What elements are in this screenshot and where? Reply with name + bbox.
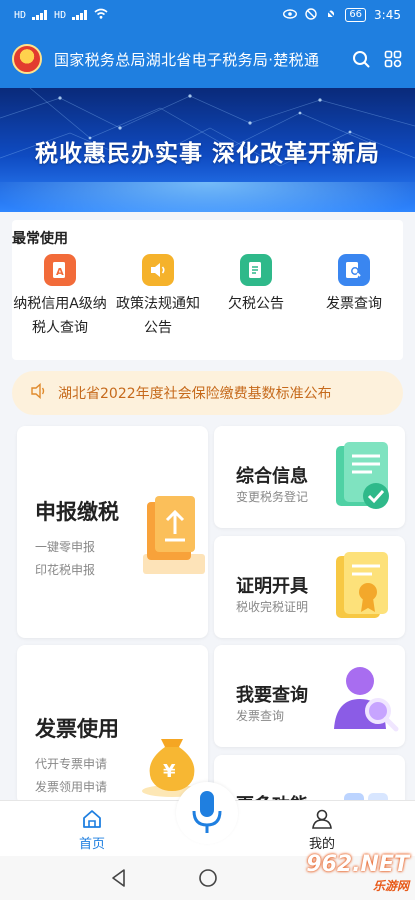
watermark: 962.NET 乐游网 <box>306 852 409 894</box>
shortcut-invoice-query[interactable]: 发票查询 <box>306 254 402 316</box>
card-certificate[interactable]: 证明开具 税收完税证明 <box>214 536 405 638</box>
tax-emblem-icon <box>12 44 42 74</box>
microphone-icon <box>192 791 222 833</box>
card-declare-tax[interactable]: 申报缴税 一键零申报 印花税申报 <box>17 426 208 638</box>
mute-icon <box>305 7 318 23</box>
apps-grid-icon[interactable] <box>383 49 403 69</box>
card-title: 我要查询 <box>236 685 308 706</box>
card-title: 发票使用 <box>35 717 119 741</box>
upload-doc-icon <box>143 496 205 574</box>
speaker-icon <box>30 382 48 403</box>
signal-icon <box>32 10 48 20</box>
card-title: 证明开具 <box>236 576 308 597</box>
shortcut-label: 欠税公告 <box>228 296 284 312</box>
wifi-icon <box>94 8 108 22</box>
credit-doc-icon: A <box>44 254 76 286</box>
section-title: 最常使用 <box>12 231 68 247</box>
card-sub: 发票领用申请 <box>35 780 108 794</box>
card-sub: 发票查询 <box>236 709 285 723</box>
card-sub: 印花税申报 <box>35 563 96 577</box>
shortcut-label: 政策法规通知公告 <box>116 296 200 336</box>
status-time: 3:45 <box>374 8 401 22</box>
card-invoice-use[interactable]: 发票使用 代开专票申请 发票领用申请 ¥ <box>17 645 208 805</box>
battery-indicator: 66 <box>345 8 367 22</box>
shortcut-credit-query[interactable]: A 纳税信用A级纳税人查询 <box>12 254 108 340</box>
svg-text:¥: ¥ <box>163 761 176 782</box>
signal-icon <box>72 10 88 20</box>
nav-label: 我的 <box>308 837 335 852</box>
frequent-section: 最常使用 A 纳税信用A级纳税人查询 政策法规通知公告 欠税公告 发票查询 <box>12 220 403 360</box>
hd-tag: HD <box>14 9 27 21</box>
shortcut-policy-notice[interactable]: 政策法规通知公告 <box>110 254 206 340</box>
document-check-icon <box>336 442 389 509</box>
page-title: 国家税务总局湖北省电子税务局·楚税通 <box>54 50 320 69</box>
title-bar: 国家税务总局湖北省电子税务局·楚税通 <box>0 30 415 88</box>
shortcut-tax-arrears[interactable]: 欠税公告 <box>208 254 304 316</box>
svg-text:A: A <box>56 267 64 278</box>
notice-text: 湖北省2022年度社会保险缴费基数标准公布 <box>58 386 332 402</box>
voice-button[interactable] <box>176 782 238 844</box>
home-icon <box>83 810 101 828</box>
shortcut-label: 发票查询 <box>326 296 382 312</box>
back-icon[interactable] <box>110 868 128 888</box>
app-header: HD HD 66 3:45 国家税务总局湖北省电子税务局·楚税通 <box>0 0 415 88</box>
announcement-icon <box>240 254 272 286</box>
banner-slogan: 税收惠民办实事 深化改革开新局 <box>34 141 380 167</box>
status-bar: HD HD 66 3:45 <box>0 0 415 30</box>
notice-bar[interactable]: 湖北省2022年度社会保险缴费基数标准公布 <box>12 371 403 415</box>
invoice-search-icon <box>338 254 370 286</box>
watermark-sub: 乐游网 <box>372 879 409 893</box>
card-general-info[interactable]: 综合信息 变更税务登记 <box>214 426 405 528</box>
card-sub: 变更税务登记 <box>236 490 309 504</box>
card-query[interactable]: 我要查询 发票查询 <box>214 645 405 747</box>
bell-off-icon <box>325 7 337 23</box>
user-icon <box>312 809 332 829</box>
nav-home[interactable]: 首页 <box>62 809 122 852</box>
eye-icon <box>283 8 298 22</box>
speaker-icon <box>142 254 174 286</box>
card-sub: 税收完税证明 <box>236 600 309 614</box>
hd-tag: HD <box>54 9 67 21</box>
nav-mine[interactable]: 我的 <box>292 809 352 852</box>
hero-banner[interactable]: 税收惠民办实事 深化改革开新局 <box>0 88 415 212</box>
search-icon[interactable] <box>351 49 371 69</box>
card-title: 申报缴税 <box>35 500 119 524</box>
nav-label: 首页 <box>78 837 105 852</box>
certificate-icon <box>336 552 388 618</box>
shortcut-label: 纳税信用A级纳税人查询 <box>13 296 107 336</box>
watermark-brand: 962.NET <box>306 852 409 877</box>
card-sub: 代开专票申请 <box>35 757 108 771</box>
card-title: 综合信息 <box>236 466 308 487</box>
home-circle-icon[interactable] <box>198 868 218 888</box>
card-sub: 一键零申报 <box>35 540 96 554</box>
user-search-icon <box>334 667 399 732</box>
